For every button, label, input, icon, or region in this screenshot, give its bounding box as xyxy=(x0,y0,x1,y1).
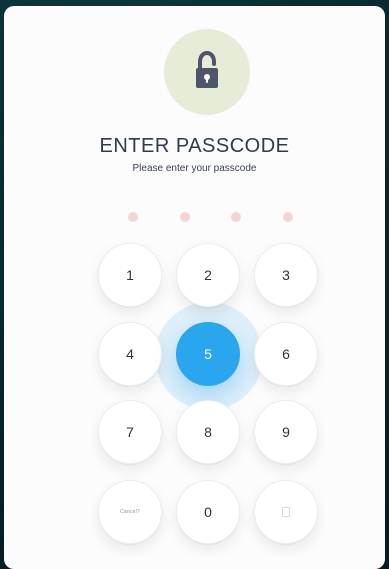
keypad-key-label: 2 xyxy=(204,267,212,283)
keypad-key-1[interactable]: 1 xyxy=(98,243,162,307)
cancel-button-label: Cancel? xyxy=(120,509,140,515)
keypad-key-label: 0 xyxy=(204,504,212,520)
keypad-key-label: 3 xyxy=(282,267,290,283)
keypad-key-label: 7 xyxy=(126,424,134,440)
passcode-dot xyxy=(128,212,138,222)
app-background: ENTER PASSCODE Please enter your passcod… xyxy=(0,0,389,569)
page-subtitle: Please enter your passcode xyxy=(132,163,257,174)
cancel-button[interactable]: Cancel? xyxy=(98,480,162,544)
keypad-key-5[interactable]: 5 xyxy=(176,322,240,386)
lock-icon-container xyxy=(164,29,250,115)
keypad-key-label: 4 xyxy=(126,346,134,362)
passcode-dots xyxy=(4,212,385,222)
keypad-key-3[interactable]: 3 xyxy=(254,243,318,307)
keypad-key-label: 1 xyxy=(126,267,134,283)
keypad-key-2[interactable]: 2 xyxy=(176,243,240,307)
empty-key[interactable] xyxy=(254,480,318,544)
passcode-card: ENTER PASSCODE Please enter your passcod… xyxy=(4,6,385,569)
passcode-dot xyxy=(283,212,293,222)
passcode-dot xyxy=(231,212,241,222)
keypad-key-9[interactable]: 9 xyxy=(254,400,318,464)
keypad-key-label: 9 xyxy=(282,424,290,440)
keypad-key-4[interactable]: 4 xyxy=(98,322,162,386)
keypad-key-8[interactable]: 8 xyxy=(176,400,240,464)
keypad-key-label: 6 xyxy=(282,346,290,362)
keypad-key-6[interactable]: 6 xyxy=(254,322,318,386)
passcode-dot xyxy=(180,212,190,222)
keypad-key-7[interactable]: 7 xyxy=(98,400,162,464)
unlock-icon xyxy=(196,50,218,88)
keypad-key-label: 5 xyxy=(204,346,212,362)
blank-key-icon xyxy=(282,507,290,517)
keypad-key-0[interactable]: 0 xyxy=(176,480,240,544)
keypad-key-label: 8 xyxy=(204,424,212,440)
page-title: ENTER PASSCODE xyxy=(99,135,290,157)
